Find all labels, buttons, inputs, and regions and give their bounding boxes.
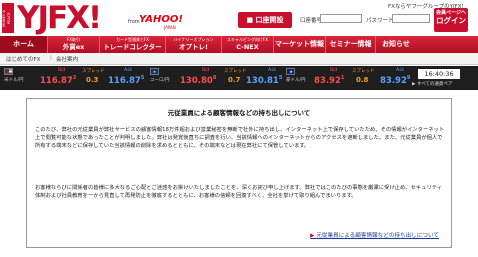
open-account-label: 口座開設 bbox=[255, 16, 284, 24]
login-password-label: パスワード bbox=[366, 18, 394, 24]
open-account-icon: ■ bbox=[246, 16, 256, 24]
au-flag-icon: ★ bbox=[286, 68, 295, 75]
bid-main: 83.92 bbox=[314, 75, 341, 86]
bid-label: Bid bbox=[202, 68, 210, 73]
bid-main: 130.80 bbox=[180, 75, 213, 86]
yahoo-japan-text: JAPAN bbox=[164, 25, 176, 30]
ask-pip: 9 bbox=[406, 75, 411, 81]
bid-label: Bid bbox=[330, 68, 338, 73]
ask-value[interactable]: 83.929 bbox=[380, 75, 410, 86]
ask-value[interactable]: 116.875 bbox=[108, 75, 144, 86]
bid-value[interactable]: 130.808 bbox=[180, 75, 216, 86]
page: MONEY & PEACE YJFX! from YAHOO! JAPAN FX… bbox=[0, 0, 478, 257]
brand-badge: MONEY & PEACE bbox=[2, 3, 14, 33]
ask-pip: 5 bbox=[278, 75, 283, 81]
ask-main: 83.92 bbox=[380, 75, 407, 86]
nav-item-cnex[interactable]: スキャルピング向けFX C-NEX bbox=[222, 36, 274, 53]
ask-main: 116.87 bbox=[108, 75, 141, 86]
spread-value: 0.8 bbox=[356, 76, 369, 84]
bid-pip: 8 bbox=[212, 75, 217, 81]
main-nav: ホーム FX取引 外貨ex カード型通貨とFX トレードコレクター バイナリーオ… bbox=[0, 36, 478, 53]
bid-pip: 1 bbox=[340, 75, 345, 81]
eu-flag-icon: ★ bbox=[150, 68, 159, 75]
notice-title: 元従業員による顧客情報などの持ち出しについて bbox=[167, 109, 311, 117]
nav-item-label: トレードコレクター bbox=[103, 43, 162, 51]
login-id-input[interactable] bbox=[320, 14, 362, 23]
login-id-label: 口座番号 bbox=[300, 18, 323, 24]
nav-market[interactable]: マーケット情報 bbox=[274, 36, 326, 53]
nav-item-gaikaex[interactable]: FX取引 外貨ex bbox=[48, 36, 100, 53]
notice-paragraph-1: このたび、弊社の元従業員が弊社サービスの顧客情報18万件超および営業秘密を無断で… bbox=[35, 127, 445, 149]
spread-label: スプレッド bbox=[82, 69, 105, 74]
ask-pip: 5 bbox=[140, 75, 145, 81]
nav-item-label: 外貨ex bbox=[62, 43, 85, 51]
all-pairs-link[interactable]: ▶ すべての通貨ペア bbox=[412, 81, 452, 87]
nav-news[interactable]: お知らせ bbox=[376, 36, 416, 53]
open-account-button[interactable]: ■ 口座開設 bbox=[238, 12, 292, 28]
login-button-label: ログイン bbox=[436, 16, 466, 25]
rate-ticker: 米ドル/円 Bid 116.872 スプレッド 0.3 Ask 116.875 … bbox=[0, 66, 478, 90]
yahoo-logo: YAHOO! bbox=[139, 14, 183, 25]
notice-detail-link-text: 元従業員による顧客情報などの持ち出しについて bbox=[316, 233, 439, 239]
bid-value[interactable]: 83.921 bbox=[314, 75, 344, 86]
nav-seminar[interactable]: セミナー情報 bbox=[326, 36, 376, 53]
nav-home[interactable]: ホーム bbox=[0, 36, 48, 53]
ask-label: Ask bbox=[396, 68, 405, 73]
pair-label: ユーロ/円 bbox=[150, 78, 170, 83]
nav-item-sub: カード型通貨とFX bbox=[115, 37, 150, 42]
clock-display: 16:40:36 bbox=[418, 69, 460, 79]
logo-from-text: from bbox=[128, 19, 140, 25]
pair-label: 米ドル/円 bbox=[4, 78, 24, 83]
ask-value[interactable]: 130.815 bbox=[246, 75, 282, 86]
subnav-divider: | bbox=[50, 55, 52, 61]
notice-box: 元従業員による顧客情報などの持ち出しについて このたび、弊社の元従業員が弊社サー… bbox=[26, 98, 452, 248]
nav-item-trade-collector[interactable]: カード型通貨とFX トレードコレクター bbox=[100, 36, 166, 53]
ask-main: 130.81 bbox=[246, 75, 279, 86]
bid-label: Bid bbox=[58, 68, 66, 73]
logo[interactable]: YJFX! bbox=[17, 0, 102, 36]
nav-item-sub: バイナリーオプション bbox=[173, 37, 214, 42]
spread-label: スプレッド bbox=[352, 69, 375, 74]
bid-pip: 2 bbox=[72, 75, 77, 81]
nav-item-optre[interactable]: バイナリーオプション オプトレ! bbox=[166, 36, 222, 53]
ask-label: Ask bbox=[268, 68, 277, 73]
login-button[interactable]: 会員ページへ ログイン bbox=[434, 8, 468, 32]
login-password-input[interactable] bbox=[392, 14, 430, 23]
notice-paragraph-2: お客様ならびに関係者の皆様に多大なるご心配とご迷惑をお掛けいたしましたことを、深… bbox=[35, 185, 443, 199]
spread-label: スプレッド bbox=[224, 69, 247, 74]
arrow-right-icon: ▶ bbox=[310, 233, 315, 239]
nav-item-sub: FX取引 bbox=[66, 37, 81, 42]
nav-item-label: オプトレ! bbox=[179, 43, 208, 51]
bid-value[interactable]: 116.872 bbox=[40, 75, 76, 86]
nav-item-sub: スキャルピング向けFX bbox=[226, 37, 269, 42]
bid-main: 116.87 bbox=[40, 75, 73, 86]
pair-label: 豪ドル/円 bbox=[286, 78, 306, 83]
ask-label: Ask bbox=[124, 68, 133, 73]
spread-value: 0.3 bbox=[86, 76, 99, 84]
sub-nav: はじめてのFX | 会社案内 bbox=[0, 53, 478, 65]
nav-item-label: C-NEX bbox=[236, 43, 259, 51]
spread-value: 0.7 bbox=[228, 76, 241, 84]
subnav-company-link[interactable]: 会社案内 bbox=[56, 55, 78, 63]
notice-detail-link[interactable]: ▶ 元従業員による顧客情報などの持ち出しについて bbox=[310, 231, 439, 239]
subnav-beginners-link[interactable]: はじめてのFX bbox=[6, 55, 40, 63]
us-flag-icon bbox=[4, 68, 13, 75]
header: MONEY & PEACE YJFX! from YAHOO! JAPAN FX… bbox=[0, 0, 478, 36]
